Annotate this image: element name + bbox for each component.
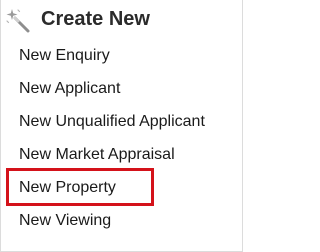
panel-header: Create New — [1, 0, 242, 40]
create-new-panel: Create New New Enquiry New Applicant New… — [0, 0, 243, 252]
magic-wand-icon — [5, 8, 31, 34]
menu-item-new-market-appraisal[interactable]: New Market Appraisal — [19, 139, 175, 171]
menu-item-new-applicant[interactable]: New Applicant — [19, 73, 120, 105]
menu-item-new-unqualified-applicant[interactable]: New Unqualified Applicant — [19, 106, 205, 138]
panel-title: Create New — [41, 8, 150, 30]
highlight-box — [6, 168, 154, 206]
menu-item-new-enquiry[interactable]: New Enquiry — [19, 40, 110, 72]
menu-item-new-viewing[interactable]: New Viewing — [19, 205, 111, 237]
